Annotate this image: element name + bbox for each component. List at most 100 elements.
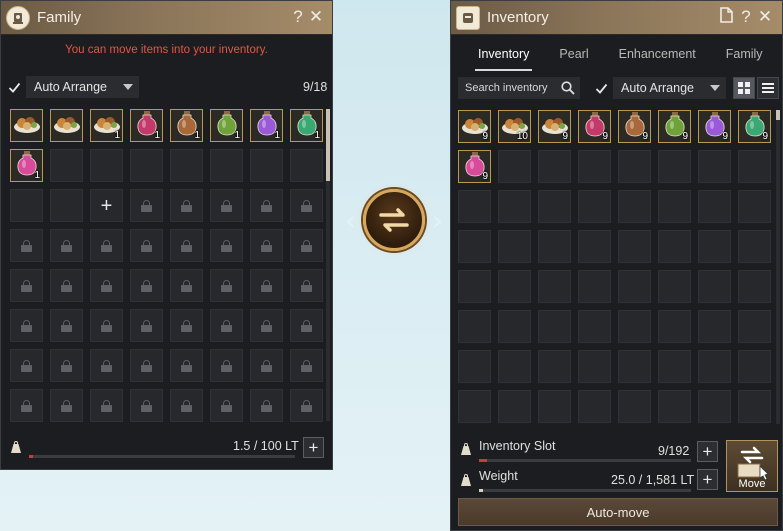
family-empty-slot[interactable] — [90, 149, 123, 182]
inventory-empty-slot[interactable] — [698, 150, 731, 183]
inventory-empty-slot[interactable] — [458, 310, 491, 343]
inventory-empty-slot[interactable] — [538, 150, 571, 183]
inventory-empty-slot[interactable] — [618, 230, 651, 263]
inventory-empty-slot[interactable] — [498, 190, 531, 223]
family-item-slot[interactable]: 1 — [250, 109, 283, 142]
expand-slots-button[interactable]: + — [697, 441, 718, 462]
inventory-empty-slot[interactable] — [698, 230, 731, 263]
inventory-empty-slot[interactable] — [538, 310, 571, 343]
inventory-empty-slot[interactable] — [618, 150, 651, 183]
inventory-empty-slot[interactable] — [458, 350, 491, 383]
family-titlebar[interactable]: Family ? ✕ — [1, 1, 332, 35]
inventory-empty-slot[interactable] — [538, 350, 571, 383]
inventory-empty-slot[interactable] — [458, 190, 491, 223]
inventory-item-slot[interactable]: 9 — [538, 110, 571, 143]
document-icon[interactable] — [717, 7, 735, 27]
inventory-empty-slot[interactable] — [458, 270, 491, 303]
family-empty-slot[interactable] — [50, 189, 83, 222]
auto-arrange-checkbox[interactable] — [594, 81, 609, 96]
inventory-empty-slot[interactable] — [458, 390, 491, 423]
tab-enhancement[interactable]: Enhancement — [604, 35, 711, 73]
inventory-empty-slot[interactable] — [578, 270, 611, 303]
auto-move-button[interactable]: Auto-move — [458, 498, 778, 526]
inventory-empty-slot[interactable] — [618, 270, 651, 303]
inventory-empty-slot[interactable] — [618, 310, 651, 343]
help-icon[interactable]: ? — [737, 7, 755, 27]
inventory-empty-slot[interactable] — [538, 190, 571, 223]
inventory-item-slot[interactable]: 9 — [618, 110, 651, 143]
inventory-empty-slot[interactable] — [658, 310, 691, 343]
help-icon[interactable]: ? — [289, 7, 307, 27]
inventory-empty-slot[interactable] — [538, 270, 571, 303]
auto-arrange-dropdown[interactable]: Auto Arrange — [613, 77, 726, 99]
inventory-empty-slot[interactable] — [738, 390, 771, 423]
swap-arrows-icon[interactable] — [363, 189, 425, 251]
family-empty-slot[interactable] — [170, 149, 203, 182]
inventory-empty-slot[interactable] — [698, 270, 731, 303]
family-scrollbar[interactable] — [326, 109, 330, 421]
inventory-empty-slot[interactable] — [498, 350, 531, 383]
inventory-empty-slot[interactable] — [738, 310, 771, 343]
tab-inventory[interactable]: Inventory — [463, 35, 544, 73]
inventory-empty-slot[interactable] — [538, 390, 571, 423]
family-item-slot[interactable]: 1 — [130, 109, 163, 142]
move-button[interactable]: Move — [726, 440, 778, 492]
inventory-empty-slot[interactable] — [498, 310, 531, 343]
inventory-empty-slot[interactable] — [458, 230, 491, 263]
inventory-item-slot[interactable]: 10 — [498, 110, 531, 143]
auto-arrange-checkbox[interactable] — [7, 80, 22, 95]
inventory-empty-slot[interactable] — [738, 190, 771, 223]
inventory-titlebar[interactable]: Inventory ? ✕ — [451, 1, 782, 35]
inventory-empty-slot[interactable] — [498, 390, 531, 423]
inventory-empty-slot[interactable] — [498, 150, 531, 183]
family-empty-slot[interactable] — [10, 189, 43, 222]
auto-arrange-dropdown[interactable]: Auto Arrange — [26, 76, 139, 98]
close-icon[interactable]: ✕ — [756, 7, 774, 27]
inventory-empty-slot[interactable] — [698, 190, 731, 223]
family-scroll-thumb[interactable] — [326, 109, 330, 181]
family-item-slot[interactable]: 1 — [210, 109, 243, 142]
expand-slot-button[interactable]: + — [90, 189, 123, 222]
inventory-empty-slot[interactable] — [578, 350, 611, 383]
family-empty-slot[interactable] — [250, 149, 283, 182]
inventory-scrollbar[interactable] — [776, 110, 780, 424]
family-item-slot[interactable]: 1 — [170, 109, 203, 142]
inventory-empty-slot[interactable] — [578, 150, 611, 183]
inventory-empty-slot[interactable] — [658, 230, 691, 263]
family-empty-slot[interactable] — [130, 149, 163, 182]
inventory-item-slot[interactable]: 9 — [458, 110, 491, 143]
family-item-slot[interactable]: 1 — [290, 109, 323, 142]
family-item-slot[interactable] — [50, 109, 83, 142]
inventory-empty-slot[interactable] — [578, 390, 611, 423]
list-view-button[interactable] — [757, 77, 779, 99]
inventory-empty-slot[interactable] — [738, 270, 771, 303]
inventory-empty-slot[interactable] — [658, 390, 691, 423]
inventory-item-slot[interactable]: 9 — [738, 110, 771, 143]
family-empty-slot[interactable] — [290, 149, 323, 182]
tab-pearl[interactable]: Pearl — [544, 35, 603, 73]
inventory-empty-slot[interactable] — [698, 310, 731, 343]
inventory-empty-slot[interactable] — [578, 310, 611, 343]
family-item-slot[interactable]: 1 — [90, 109, 123, 142]
inventory-empty-slot[interactable] — [498, 270, 531, 303]
inventory-empty-slot[interactable] — [698, 350, 731, 383]
inventory-empty-slot[interactable] — [618, 350, 651, 383]
inventory-item-slot[interactable]: 9 — [458, 150, 491, 183]
inventory-item-slot[interactable]: 9 — [698, 110, 731, 143]
inventory-empty-slot[interactable] — [658, 190, 691, 223]
family-item-slot[interactable]: 1 — [10, 149, 43, 182]
inventory-empty-slot[interactable] — [658, 350, 691, 383]
family-empty-slot[interactable] — [210, 149, 243, 182]
family-item-slot[interactable] — [10, 109, 43, 142]
inventory-empty-slot[interactable] — [738, 230, 771, 263]
family-empty-slot[interactable] — [50, 149, 83, 182]
inventory-empty-slot[interactable] — [578, 230, 611, 263]
inventory-empty-slot[interactable] — [578, 190, 611, 223]
inventory-item-slot[interactable]: 9 — [578, 110, 611, 143]
inventory-empty-slot[interactable] — [538, 230, 571, 263]
tab-family[interactable]: Family — [711, 35, 778, 73]
expand-weight-button[interactable]: + — [697, 469, 718, 490]
inventory-empty-slot[interactable] — [698, 390, 731, 423]
family-expand-weight-button[interactable]: + — [303, 437, 324, 458]
inventory-empty-slot[interactable] — [618, 390, 651, 423]
